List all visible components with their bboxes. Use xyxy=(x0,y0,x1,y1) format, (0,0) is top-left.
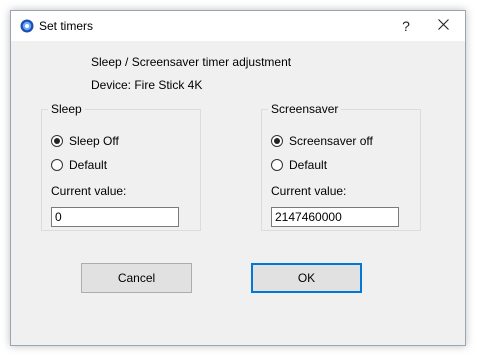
app-icon xyxy=(20,19,34,33)
sleep-off-radio[interactable] xyxy=(51,135,63,147)
cancel-button[interactable]: Cancel xyxy=(81,263,192,293)
screensaver-group-legend: Screensaver xyxy=(268,102,342,116)
screensaver-default-option[interactable]: Default xyxy=(271,158,327,172)
dialog-heading: Sleep / Screensaver timer adjustment xyxy=(91,55,292,69)
sleep-default-option[interactable]: Default xyxy=(51,158,107,172)
screensaver-current-value-label: Current value: xyxy=(271,184,347,198)
screensaver-off-label: Screensaver off xyxy=(289,134,373,148)
window-title: Set timers xyxy=(39,19,94,33)
close-icon xyxy=(437,19,449,33)
ok-button[interactable]: OK xyxy=(251,263,362,293)
screensaver-default-label: Default xyxy=(289,158,328,172)
screensaver-default-radio[interactable] xyxy=(271,159,283,171)
screensaver-group: Screensaver Screensaver off Default Curr… xyxy=(261,102,421,231)
sleep-default-label: Default xyxy=(69,158,108,172)
screensaver-off-radio[interactable] xyxy=(271,135,283,147)
sleep-group-legend: Sleep xyxy=(48,102,85,116)
set-timers-dialog: Set timers ? Sleep / Screensaver timer a… xyxy=(10,10,466,346)
screensaver-current-value-input[interactable] xyxy=(271,207,399,227)
sleep-current-value-input[interactable] xyxy=(51,207,179,227)
sleep-default-radio[interactable] xyxy=(51,159,63,171)
sleep-off-label: Sleep Off xyxy=(69,134,119,148)
sleep-current-value-label: Current value: xyxy=(51,184,127,198)
device-label: Device: Fire Stick 4K xyxy=(91,78,203,92)
help-icon: ? xyxy=(402,18,410,34)
sleep-off-option[interactable]: Sleep Off xyxy=(51,134,119,148)
screensaver-off-option[interactable]: Screensaver off xyxy=(271,134,373,148)
close-button[interactable] xyxy=(420,11,466,41)
title-bar[interactable]: Set timers ? xyxy=(11,11,465,41)
sleep-group: Sleep Sleep Off Default Current value: xyxy=(41,102,201,231)
